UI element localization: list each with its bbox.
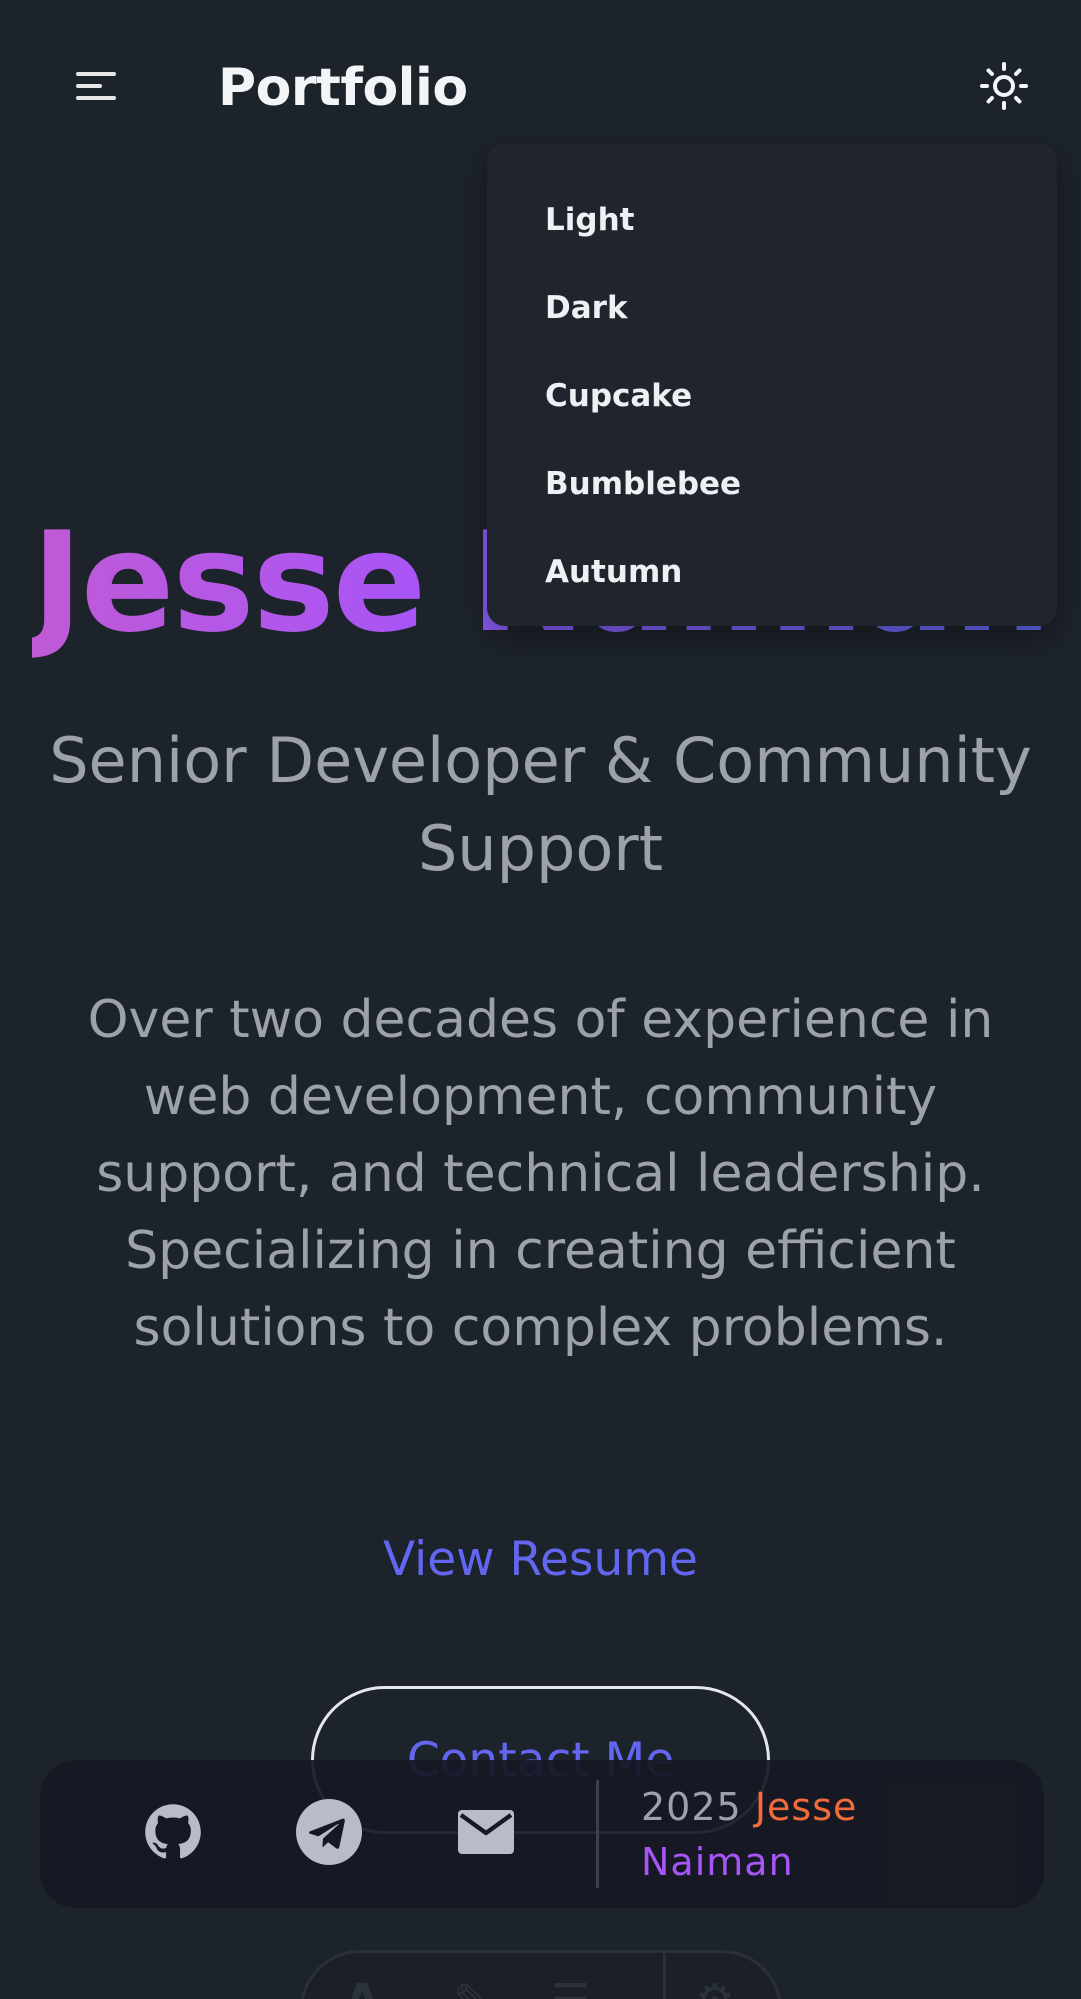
- hero-title-line: Support: [417, 812, 664, 885]
- description-line: support, and technical leadership.: [96, 1144, 985, 1204]
- theme-option-dark[interactable]: Dark: [487, 264, 1057, 352]
- description-line: web development, community: [143, 1067, 938, 1127]
- footer-last-name: Naiman: [641, 1840, 794, 1884]
- theme-option-cupcake[interactable]: Cupcake: [487, 352, 1057, 440]
- telegram-icon: [296, 1799, 362, 1869]
- hamburger-menu-icon: [74, 68, 118, 108]
- footer-bar: 2025 Jesse Naiman: [40, 1760, 1044, 1908]
- hero-title: Senior Developer & Community Support: [40, 717, 1041, 893]
- telegram-link[interactable]: [293, 1798, 365, 1870]
- hero-first-name: Jesse: [31, 502, 427, 663]
- footer-divider: [596, 1780, 599, 1888]
- footer-copyright: 2025 Jesse Naiman: [641, 1780, 901, 1890]
- theme-toggle-button[interactable]: [968, 52, 1040, 124]
- description-line: Over two decades of experience in: [87, 990, 994, 1050]
- dock-divider: [663, 1953, 666, 1999]
- font-icon[interactable]: A: [345, 1975, 379, 1999]
- bottom-dock: A ✎ ☰ ⚙: [300, 1950, 782, 1999]
- hero-title-line: Senior Developer & Community: [49, 724, 1032, 797]
- footer-first-name: Jesse: [754, 1785, 858, 1829]
- theme-option-light[interactable]: Light: [487, 176, 1057, 264]
- github-link[interactable]: [137, 1798, 209, 1870]
- brush-icon[interactable]: ✎: [453, 1975, 490, 1999]
- hero-description: Over two decades of experience in web de…: [60, 982, 1021, 1367]
- theme-option-autumn[interactable]: Autumn: [487, 528, 1057, 616]
- email-link[interactable]: [450, 1798, 522, 1870]
- sun-icon: [980, 62, 1028, 114]
- description-line: solutions to complex problems.: [133, 1298, 948, 1358]
- align-icon[interactable]: ☰: [551, 1975, 590, 1999]
- github-icon: [144, 1803, 202, 1865]
- settings-icon[interactable]: ⚙: [695, 1975, 734, 1999]
- theme-dropdown: Light Dark Cupcake Bumblebee Autumn: [487, 144, 1057, 626]
- brand-title[interactable]: Portfolio: [218, 52, 468, 124]
- mail-icon: [457, 1809, 515, 1859]
- theme-option-bumblebee[interactable]: Bumblebee: [487, 440, 1057, 528]
- description-line: Specializing in creating efficient: [125, 1221, 956, 1281]
- footer-year: 2025: [641, 1785, 742, 1829]
- hamburger-menu-button[interactable]: [60, 52, 132, 124]
- page: Portfolio Light Dark Cupcake Bumblebee A…: [0, 0, 1081, 1999]
- view-resume-link[interactable]: View Resume: [0, 1532, 1081, 1587]
